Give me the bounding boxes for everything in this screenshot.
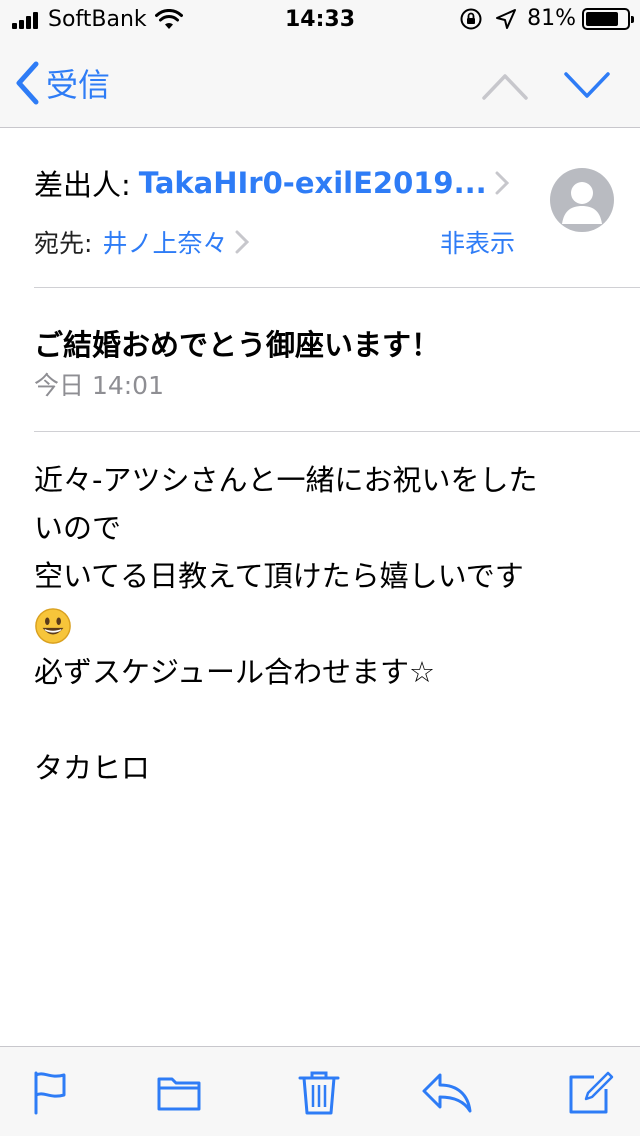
status-right: 81% [447,6,634,31]
signature: タカヒロ [34,751,151,785]
next-message-icon[interactable] [562,66,612,106]
battery-percent: 81% [527,6,576,31]
folder-icon[interactable] [156,1069,202,1115]
smiley-emoji-icon [35,608,71,644]
body-line: 必ずスケジュール合わせます☆ [34,655,435,689]
to-row: 宛先: 井ノ上奈々 [34,224,250,260]
hide-details-button[interactable]: 非表示 [440,224,515,260]
body-line: 空いてる日教えて頂けたら嬉しいです [34,559,524,593]
nav-bar: 受信 [0,40,640,128]
trash-icon[interactable] [296,1069,342,1115]
back-button[interactable]: 受信 [14,60,110,106]
header-divider [34,287,640,288]
status-bar: SoftBank 14:33 81% [0,0,640,40]
location-arrow-icon [496,8,517,29]
subject-line: ご結婚おめでとう御座います！ [34,328,441,362]
previous-message-icon[interactable] [480,66,530,106]
reply-icon[interactable] [420,1069,474,1115]
person-icon [562,182,602,224]
body-line: いので [34,511,122,545]
sender-address[interactable]: TakaHIr0-exilE2019... [139,166,487,200]
chevron-right-icon [495,171,509,195]
message-body: 近々-アツシさんと一緒にお祝いをした いので 空いてる日教えて頂けたら嬉しいです… [34,456,614,792]
from-label: 差出人: [34,168,131,202]
back-label: 受信 [46,66,111,104]
body-line-blank [34,696,614,744]
body-line: 近々-アツシさんと一緒にお祝いをした [34,463,538,497]
recipient-name[interactable]: 井ノ上奈々 [102,224,227,260]
chevron-left-icon [16,61,39,105]
message-date: 今日 14:01 [34,371,164,400]
body-line [34,600,614,648]
bottom-toolbar [0,1046,640,1136]
chevron-right-icon [235,230,250,254]
message-header: 差出人: TakaHIr0-exilE2019... 宛先: 井ノ上奈々 非表示 [0,128,640,288]
mail-screen: SoftBank 14:33 81% 受信 差出人: TakaHIr0-exil… [0,0,640,1136]
flag-icon[interactable] [28,1069,74,1115]
to-label: 宛先: [34,229,93,258]
battery-fill [586,11,619,26]
avatar[interactable] [550,168,614,232]
subject-divider [34,431,640,432]
compose-icon[interactable] [568,1069,614,1115]
battery-icon [582,7,634,30]
from-row: 差出人: TakaHIr0-exilE2019... [34,162,509,204]
rotation-lock-icon [460,8,482,29]
